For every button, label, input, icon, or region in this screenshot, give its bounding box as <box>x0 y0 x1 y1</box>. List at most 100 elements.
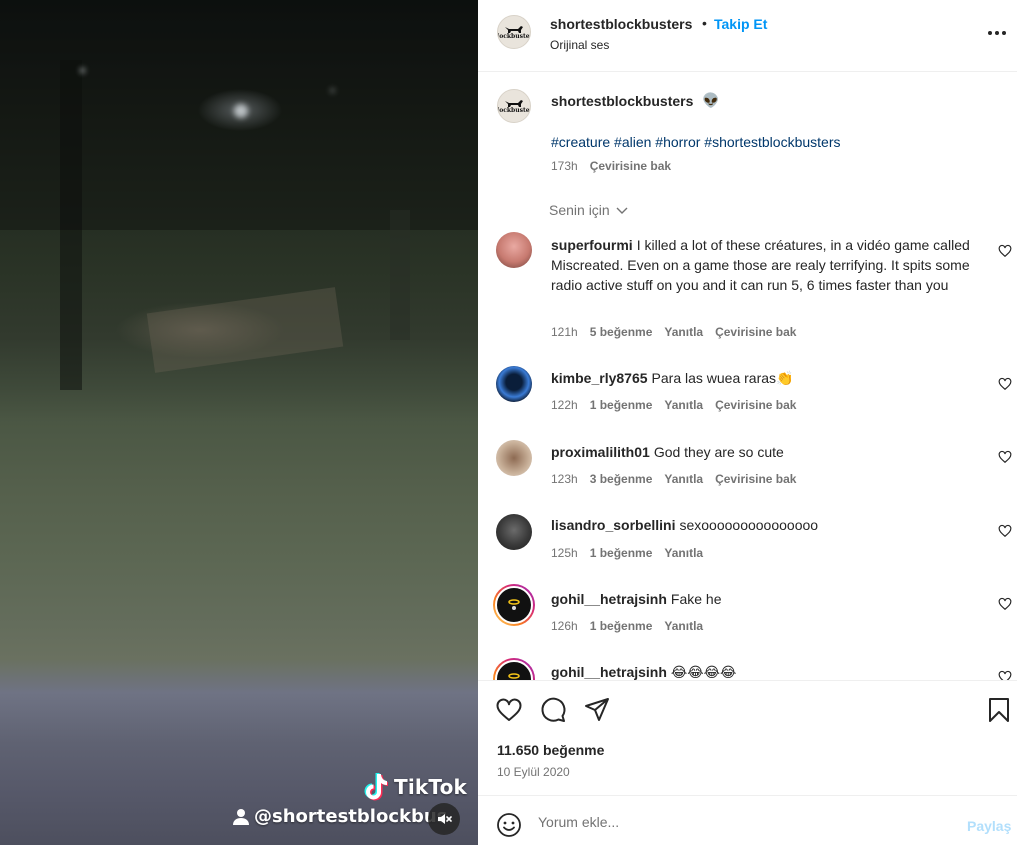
author-username[interactable]: shortestblockbusters <box>550 16 692 32</box>
commenter-avatar[interactable] <box>493 658 535 680</box>
comment-meta: 125h 1 beğenme Yanıtla <box>551 546 703 560</box>
comment-body: 😂😂😂😂 <box>670 664 737 680</box>
comment-time[interactable]: 123h <box>551 472 578 486</box>
commenter-username[interactable]: superfourmi <box>551 237 633 253</box>
post-details-panel: Blockbusters shortestblockbusters • Taki… <box>478 0 1017 845</box>
comment-likes[interactable]: 1 beğenme <box>590 619 653 633</box>
comment-text: superfourmi I killed a lot of these créat… <box>551 235 981 295</box>
comment-meta: 123h 3 beğenme Yanıtla Çevirisine bak <box>551 472 796 486</box>
muted-speaker-icon <box>438 814 452 824</box>
comment-text: proximalilith01 God they are so cute <box>551 442 981 462</box>
tiktok-watermark: TikTok <box>362 772 467 802</box>
comment-time[interactable]: 121h <box>551 325 578 339</box>
commenter-username[interactable]: gohil__hetrajsinh <box>551 664 667 680</box>
caption-time[interactable]: 173h <box>551 159 578 173</box>
comment-time[interactable]: 122h <box>551 398 578 412</box>
commenter-avatar[interactable] <box>493 584 535 626</box>
video-scenery <box>234 104 248 118</box>
post-actions: 11.650 beğenme 10 Eylül 2020 <box>478 680 1017 795</box>
comment-icon[interactable] <box>539 696 567 724</box>
caption-translate-link[interactable]: Çevirisine bak <box>590 159 671 173</box>
comment-sort-dropdown[interactable]: Senin için <box>549 202 628 218</box>
comment-like-heart-icon[interactable] <box>998 597 1012 611</box>
comment-text: lisandro_sorbellini sexooooooooooooooo <box>551 515 981 535</box>
reply-button[interactable]: Yanıtla <box>664 325 703 339</box>
comments-list[interactable]: Blockbusters shortestblockbusters 👽 #cre… <box>478 72 1017 680</box>
commenter-username[interactable]: lisandro_sorbellini <box>551 517 675 533</box>
commenter-username[interactable]: proximalilith01 <box>551 444 650 460</box>
post-header: Blockbusters shortestblockbusters • Taki… <box>478 0 1017 72</box>
commenter-username[interactable]: kimbe_rly8765 <box>551 370 648 386</box>
comment-text: gohil__hetrajsinh 😂😂😂😂 <box>551 662 981 680</box>
comment-like-heart-icon[interactable] <box>998 244 1012 258</box>
reply-button[interactable]: Yanıtla <box>664 398 703 412</box>
comment-meta: 126h 1 beğenme Yanıtla <box>551 619 703 633</box>
comment-like-heart-icon[interactable] <box>998 377 1012 391</box>
halo-icon <box>508 599 520 610</box>
comment-text: gohil__hetrajsinh Fake he <box>551 589 981 609</box>
comment-body: Para las wuea raras👏 <box>651 370 794 386</box>
comment-like-heart-icon[interactable] <box>998 670 1012 680</box>
reply-button[interactable]: Yanıtla <box>664 472 703 486</box>
author-avatar[interactable]: Blockbusters <box>497 15 531 49</box>
comment-text: kimbe_rly8765 Para las wuea raras👏 <box>551 368 981 388</box>
video-player[interactable]: TikTok @shortestblockbus <box>0 0 478 845</box>
caption-emoji: 👽 <box>702 92 720 108</box>
translate-link[interactable]: Çevirisine bak <box>715 472 796 486</box>
sort-label: Senin için <box>549 202 610 218</box>
chevron-down-icon <box>616 207 628 214</box>
audio-link[interactable]: Orijinal ses <box>550 38 609 52</box>
comment-meta: 121h 5 beğenme Yanıtla Çevirisine bak <box>551 325 796 339</box>
share-icon[interactable] <box>583 696 611 724</box>
translate-link[interactable]: Çevirisine bak <box>715 325 796 339</box>
reply-button[interactable]: Yanıtla <box>664 546 703 560</box>
avatar-logo-text: Blockbusters <box>497 33 530 40</box>
avatar-logo-text: Blockbusters <box>497 107 530 114</box>
tiktok-watermark-user: @shortestblockbus <box>232 806 447 827</box>
comment-meta: 122h 1 beğenme Yanıtla Çevirisine bak <box>551 398 796 412</box>
commenter-avatar[interactable] <box>496 366 532 402</box>
header-separator: • <box>702 15 707 31</box>
video-scenery <box>330 88 335 93</box>
likes-count[interactable]: 11.650 beğenme <box>497 742 604 758</box>
tiktok-logo-icon <box>362 772 389 802</box>
tiktok-username: @shortestblockbus <box>254 806 448 827</box>
caption-username[interactable]: shortestblockbusters <box>551 93 693 109</box>
mute-button[interactable] <box>428 803 460 835</box>
follow-button[interactable]: Takip Et <box>714 16 767 32</box>
bookmark-icon[interactable] <box>985 696 1013 724</box>
comment-likes[interactable]: 5 beğenme <box>590 325 653 339</box>
caption-meta: 173h Çevirisine bak <box>551 159 671 173</box>
halo-icon <box>508 673 520 679</box>
comment-likes[interactable]: 1 beğenme <box>590 546 653 560</box>
comment-likes[interactable]: 3 beğenme <box>590 472 653 486</box>
more-options-icon[interactable] <box>986 22 1008 44</box>
video-scenery <box>390 210 410 340</box>
comment-body: God they are so cute <box>653 444 784 460</box>
person-icon <box>233 808 249 825</box>
comment-time[interactable]: 125h <box>551 546 578 560</box>
comment-like-heart-icon[interactable] <box>998 450 1012 464</box>
comment-likes[interactable]: 1 beğenme <box>590 398 653 412</box>
comment-body: Fake he <box>670 591 722 607</box>
heart-icon[interactable] <box>495 696 523 724</box>
caption-author-avatar[interactable]: Blockbusters <box>497 89 531 123</box>
tiktok-brand-label: TikTok <box>394 775 468 799</box>
emoji-icon[interactable] <box>496 812 522 838</box>
video-scenery <box>80 68 85 73</box>
post-comment-button[interactable]: Paylaş <box>967 818 1011 834</box>
commenter-avatar[interactable] <box>496 440 532 476</box>
commenter-avatar[interactable] <box>496 514 532 550</box>
post-date[interactable]: 10 Eylül 2020 <box>497 765 570 779</box>
comment-time[interactable]: 126h <box>551 619 578 633</box>
add-comment-bar: Paylaş <box>478 795 1017 845</box>
comment-body: sexooooooooooooooo <box>679 517 819 533</box>
comment-input[interactable] <box>538 811 938 833</box>
caption-hashtags[interactable]: #creature #alien #horror #shortestblockb… <box>551 134 841 150</box>
reply-button[interactable]: Yanıtla <box>664 619 703 633</box>
commenter-avatar[interactable] <box>496 232 532 268</box>
commenter-username[interactable]: gohil__hetrajsinh <box>551 591 667 607</box>
translate-link[interactable]: Çevirisine bak <box>715 398 796 412</box>
video-scenery <box>146 287 344 373</box>
comment-like-heart-icon[interactable] <box>998 524 1012 538</box>
